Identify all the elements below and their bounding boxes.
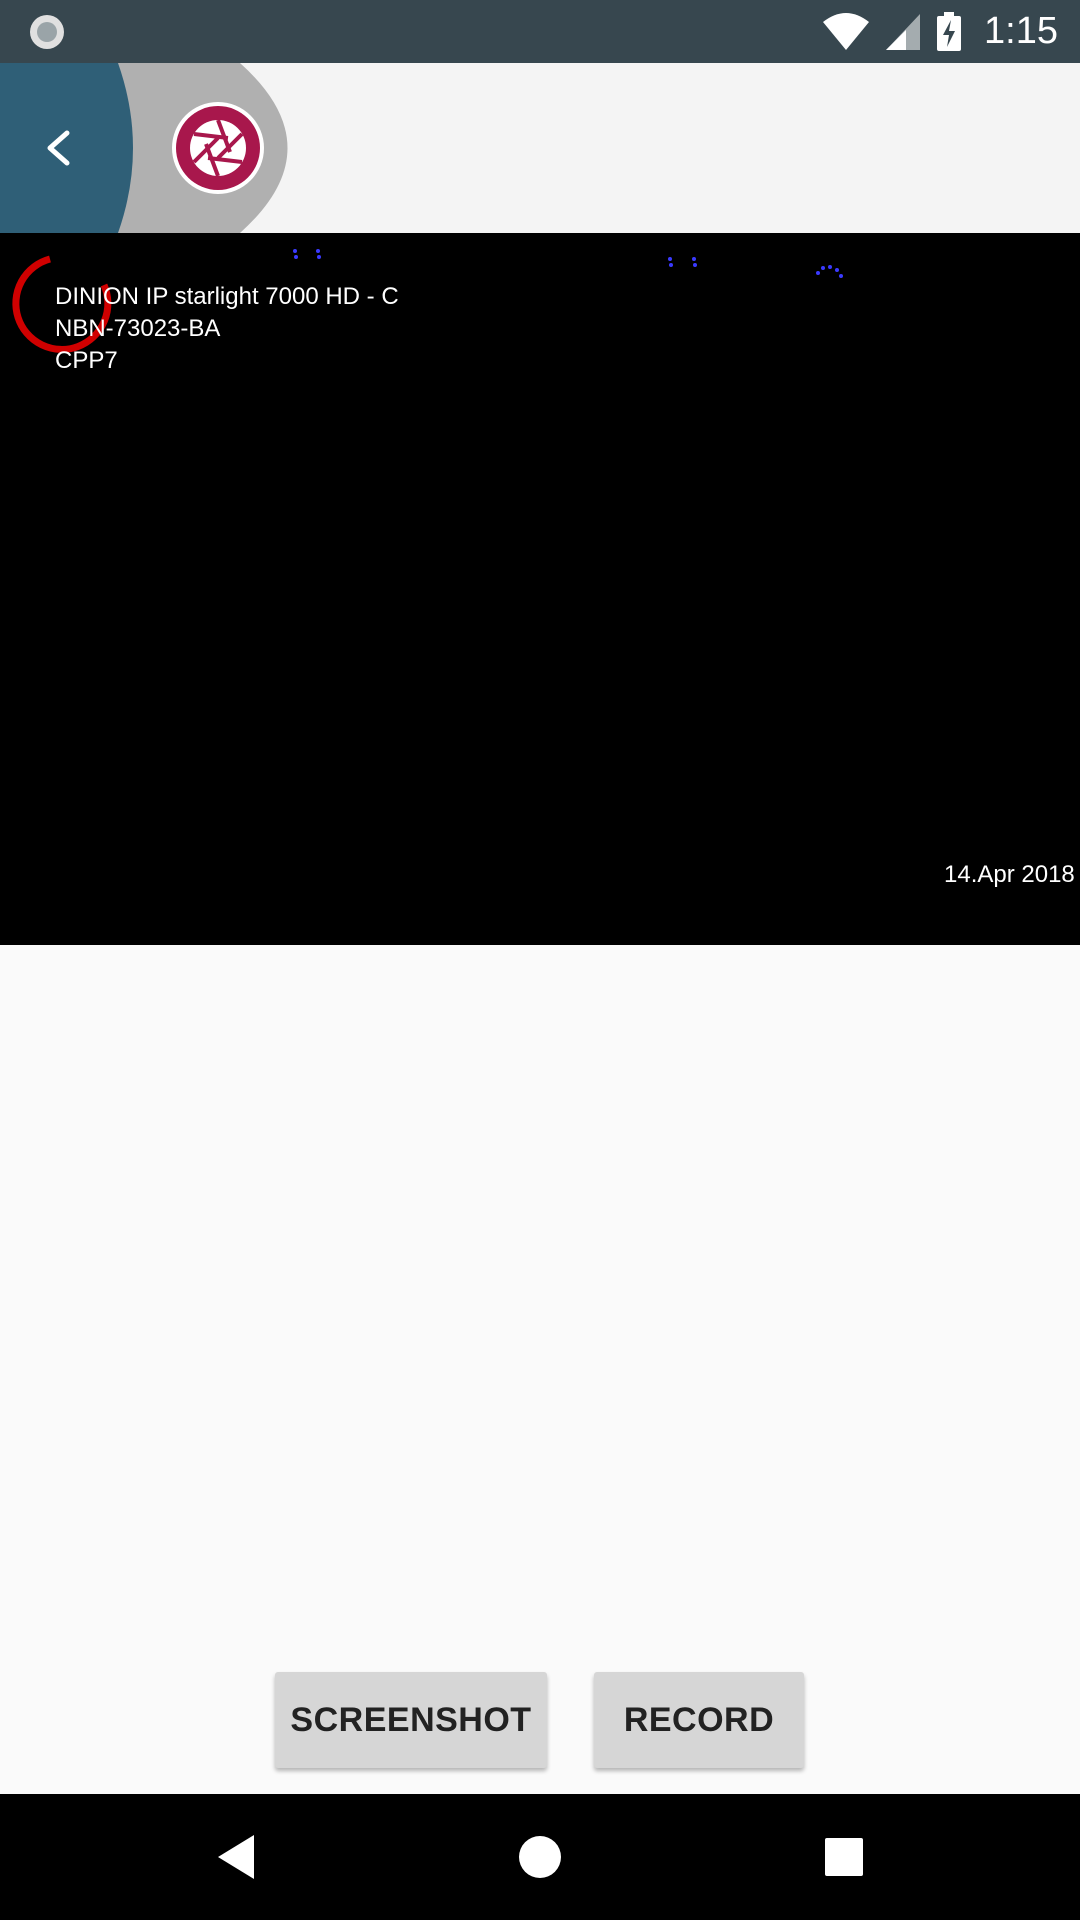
system-nav-bar xyxy=(0,1794,1080,1920)
video-timestamp: 14.Apr 2018 xyxy=(944,861,1075,888)
camera-info-overlay: DINION IP starlight 7000 HD - C NBN-7302… xyxy=(55,281,399,377)
status-time: 1:15 xyxy=(984,10,1058,52)
status-bar: 1:15 xyxy=(0,0,1080,63)
app-header xyxy=(0,63,1080,233)
aperture-icon[interactable] xyxy=(170,100,266,196)
camera-platform-text: CPP7 xyxy=(55,347,118,374)
camera-video-view[interactable]: DINION IP starlight 7000 HD - C NBN-7302… xyxy=(0,233,1080,945)
back-button[interactable] xyxy=(0,63,120,233)
cell-signal-icon xyxy=(886,13,921,50)
chevron-left-icon xyxy=(47,130,70,166)
camera-model-text: DINION IP starlight 7000 HD - C xyxy=(55,283,399,310)
nav-back-button[interactable] xyxy=(176,1794,296,1920)
notification-dot-icon xyxy=(30,15,64,49)
nav-recents-icon xyxy=(825,1838,863,1876)
wifi-icon xyxy=(823,12,870,50)
screenshot-button[interactable]: SCREENSHOT xyxy=(275,1672,547,1768)
nav-recents-button[interactable] xyxy=(784,1794,904,1920)
nav-back-icon xyxy=(218,1835,254,1879)
camera-part-number-text: NBN-73023-BA xyxy=(55,315,221,342)
nav-home-icon xyxy=(519,1836,561,1878)
record-button[interactable]: RECORD xyxy=(594,1672,804,1768)
nav-home-button[interactable] xyxy=(480,1794,600,1920)
battery-charging-icon xyxy=(937,11,962,51)
